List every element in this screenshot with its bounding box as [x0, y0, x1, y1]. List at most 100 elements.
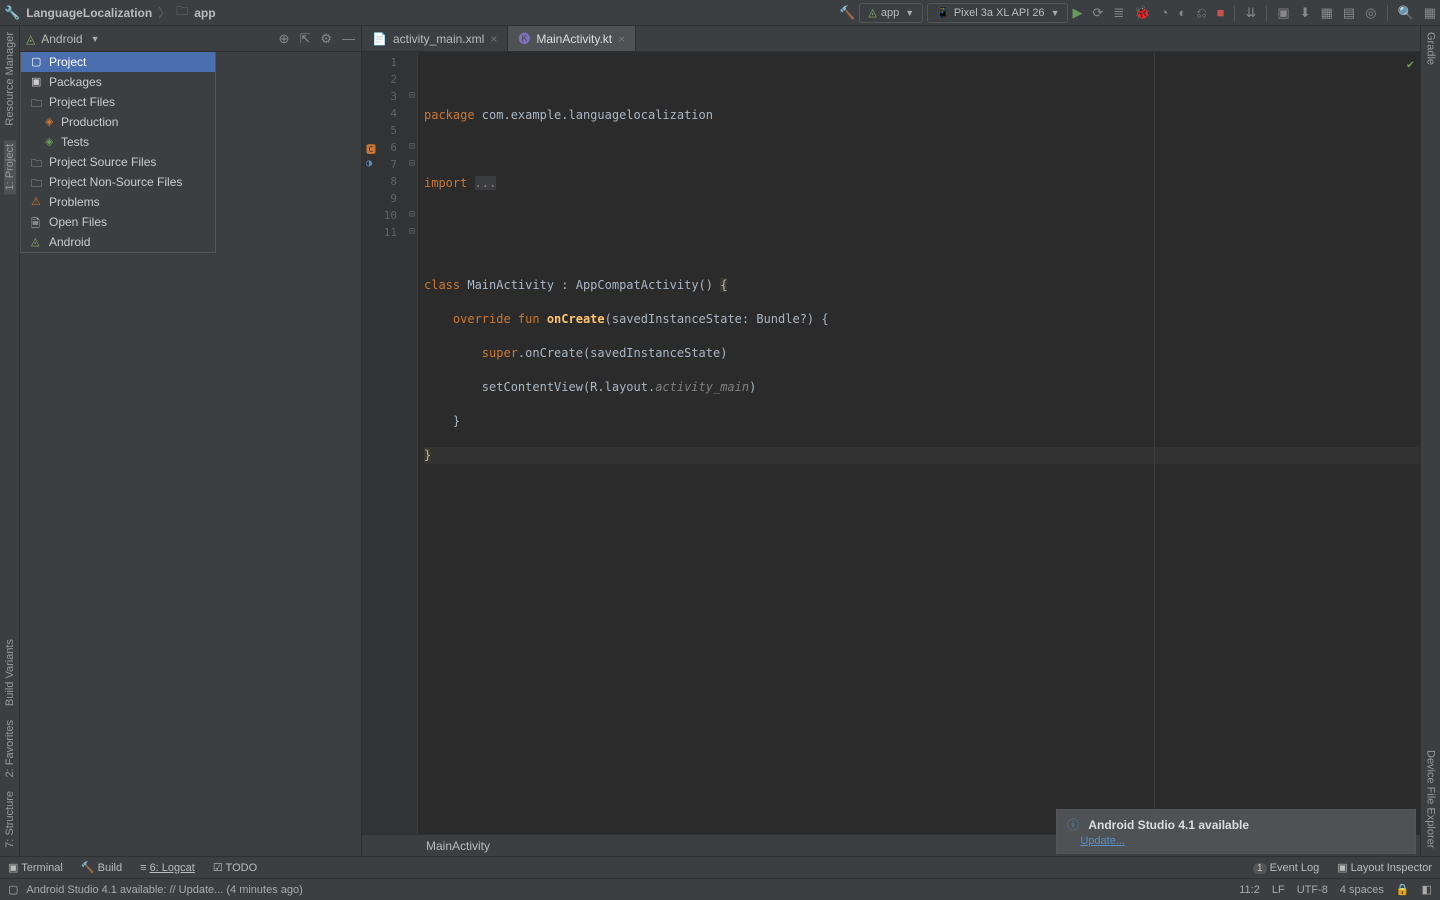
scope-open-files[interactable]: 🗎Open Files	[21, 212, 215, 232]
notification-title: Android Studio 4.1 available	[1088, 818, 1249, 832]
scope-tests[interactable]: ◈Tests	[21, 132, 215, 152]
status-bar: ▢ Android Studio 4.1 available: // Updat…	[0, 878, 1440, 900]
gutter-line[interactable]: 10⊟	[362, 209, 417, 226]
lock-icon[interactable]: 🔒	[1396, 883, 1410, 896]
update-notification[interactable]: ⓘ Android Studio 4.1 available Update...	[1056, 809, 1416, 854]
caret-position[interactable]: 11:2	[1239, 884, 1260, 896]
class-gutter-icon[interactable]: 🅲	[366, 141, 376, 156]
gutter: 123⊟456🅲⊟7◑⊟8910⊟11⊟	[362, 52, 418, 834]
fold-icon[interactable]: ⊟	[409, 158, 415, 169]
scope-android[interactable]: ◬Android	[21, 232, 215, 252]
close-icon[interactable]: ×	[490, 32, 497, 46]
gutter-line[interactable]: 6🅲⊟	[362, 141, 417, 158]
app-quality-icon[interactable]: ◎	[1365, 5, 1376, 21]
rail-resource-manager[interactable]: Resource Manager	[4, 32, 16, 126]
breadcrumb-root[interactable]: LanguageLocalization	[26, 6, 152, 20]
gear-icon[interactable]: ⚙	[320, 31, 332, 47]
gutter-line[interactable]: 4	[362, 107, 417, 124]
info-icon: ⓘ	[1067, 818, 1079, 832]
indent-indicator[interactable]: 4 spaces	[1340, 884, 1384, 896]
tab-activity_main-xml[interactable]: 📄activity_main.xml×	[362, 26, 508, 51]
device-selector[interactable]: 📱 Pixel 3a XL API 26 ▼	[927, 3, 1068, 23]
gutter-line[interactable]: 2	[362, 73, 417, 90]
chevron-down-icon: ▼	[1051, 8, 1060, 18]
coverage-icon[interactable]: ◐	[1178, 5, 1186, 20]
scope-project-non-source-files[interactable]: 🗀Project Non-Source Files	[21, 172, 215, 192]
android-icon: ◬	[868, 6, 876, 19]
breadcrumb-module[interactable]: app	[194, 6, 215, 20]
rail-project[interactable]: 1: Project	[4, 140, 16, 194]
rail-structure[interactable]: 7: Structure	[4, 791, 16, 848]
run-icon[interactable]: ▶	[1072, 5, 1082, 21]
fold-icon[interactable]: ⊟	[409, 90, 415, 101]
hammer-build-icon[interactable]: 🔨	[839, 5, 855, 21]
rail-gradle[interactable]: Gradle	[1425, 32, 1437, 65]
right-margin	[1154, 52, 1155, 834]
phone-icon: 📱	[936, 6, 950, 19]
status-message[interactable]: Android Studio 4.1 available: // Update.…	[26, 884, 302, 896]
gutter-line[interactable]: 3⊟	[362, 90, 417, 107]
debug-icon[interactable]: 🐞	[1134, 5, 1150, 21]
target-icon[interactable]: ⊕	[279, 31, 290, 47]
code-area[interactable]: ✔ package com.example.languagelocalizati…	[418, 52, 1420, 834]
todo-tab[interactable]: ☑ TODO	[213, 861, 257, 874]
sdk-manager-icon[interactable]: ⬇	[1300, 5, 1311, 21]
memory-icon[interactable]: ◧	[1422, 883, 1432, 896]
line-separator[interactable]: LF	[1272, 884, 1285, 896]
gutter-line[interactable]: 9	[362, 192, 417, 209]
override-gutter-icon[interactable]: ◑	[366, 158, 372, 169]
chevron-down-icon: ▼	[905, 8, 914, 18]
resource-manager-icon[interactable]: ▦	[1321, 5, 1333, 21]
editor-area: 📄activity_main.xml×🅚MainActivity.kt× 123…	[362, 26, 1420, 856]
rail-device-file-explorer[interactable]: Device File Explorer	[1425, 750, 1437, 848]
stop-icon[interactable]: ■	[1217, 5, 1225, 20]
run-config-selector[interactable]: ◬ app ▼	[859, 3, 923, 23]
scope-selector[interactable]: Android	[41, 32, 82, 46]
gutter-line[interactable]: 8	[362, 175, 417, 192]
event-log-tab[interactable]: 1 Event Log	[1253, 862, 1319, 874]
scope-packages[interactable]: ▣Packages	[21, 72, 215, 92]
profile-icon[interactable]: ◔	[1160, 5, 1168, 20]
folder-icon: 🗀	[176, 2, 188, 23]
layout-inspector-tab[interactable]: ▣ Layout Inspector	[1337, 861, 1432, 874]
update-link[interactable]: Update...	[1080, 835, 1125, 847]
build-tab[interactable]: 🔨 Build	[81, 861, 122, 874]
rail-favorites[interactable]: 2: Favorites	[4, 720, 16, 777]
apply-changes-icon[interactable]: ⟳	[1092, 5, 1103, 21]
attach-debugger-icon[interactable]: ⎌	[1196, 5, 1206, 21]
scope-project-files[interactable]: 🗀Project Files	[21, 92, 215, 112]
file-encoding[interactable]: UTF-8	[1297, 884, 1328, 896]
gutter-line[interactable]: 1	[362, 56, 417, 73]
search-icon[interactable]: 🔍	[1398, 5, 1414, 21]
inspection-ok-icon[interactable]: ✔	[1407, 56, 1414, 73]
fold-icon[interactable]: ⊟	[409, 209, 415, 220]
editor-body[interactable]: 123⊟456🅲⊟7◑⊟8910⊟11⊟ ✔ package com.examp…	[362, 52, 1420, 834]
minimize-icon[interactable]: —	[342, 31, 355, 47]
apply-code-icon[interactable]: ≣	[1113, 5, 1124, 21]
rail-build-variants[interactable]: Build Variants	[4, 639, 16, 706]
close-icon[interactable]: ×	[618, 32, 625, 46]
layout-inspector-icon[interactable]: ▤	[1343, 5, 1355, 21]
scope-production[interactable]: ◈Production	[21, 112, 215, 132]
status-icon[interactable]: ▢	[8, 883, 18, 896]
project-icon: 🔧	[4, 5, 20, 21]
scope-project[interactable]: ▢Project	[21, 52, 215, 72]
tab-MainActivity-kt[interactable]: 🅚MainActivity.kt×	[508, 26, 636, 51]
scope-problems[interactable]: ⚠Problems	[21, 192, 215, 212]
fold-icon[interactable]: ⊟	[409, 226, 415, 237]
xml-file-icon: 📄	[372, 32, 387, 46]
collapse-icon[interactable]: ⇱	[299, 31, 310, 47]
sync-gradle-icon[interactable]: ⇊	[1245, 5, 1256, 21]
scope-dropdown: ▢Project▣Packages🗀Project Files◈Producti…	[20, 52, 216, 253]
gutter-line[interactable]: 7◑⊟	[362, 158, 417, 175]
scope-project-source-files[interactable]: 🗀Project Source Files	[21, 152, 215, 172]
gutter-line[interactable]: 5	[362, 124, 417, 141]
logcat-tab[interactable]: ≡ 6: Logcat	[140, 862, 195, 874]
terminal-tab[interactable]: ▣ Terminal	[8, 861, 63, 874]
avd-manager-icon[interactable]: ▣	[1277, 5, 1289, 21]
breadcrumb[interactable]: 🔧 LanguageLocalization 〉 🗀 app	[4, 2, 216, 23]
fold-icon[interactable]: ⊟	[409, 141, 415, 152]
panel-icon[interactable]: ▦	[1424, 5, 1436, 21]
toolbar-run-group: ▶ ⟳ ≣ 🐞 ◔ ◐ ⎌ ■ ⇊ ▣ ⬇ ▦ ▤ ◎ 🔍 ▦	[1072, 5, 1436, 21]
gutter-line[interactable]: 11⊟	[362, 226, 417, 243]
